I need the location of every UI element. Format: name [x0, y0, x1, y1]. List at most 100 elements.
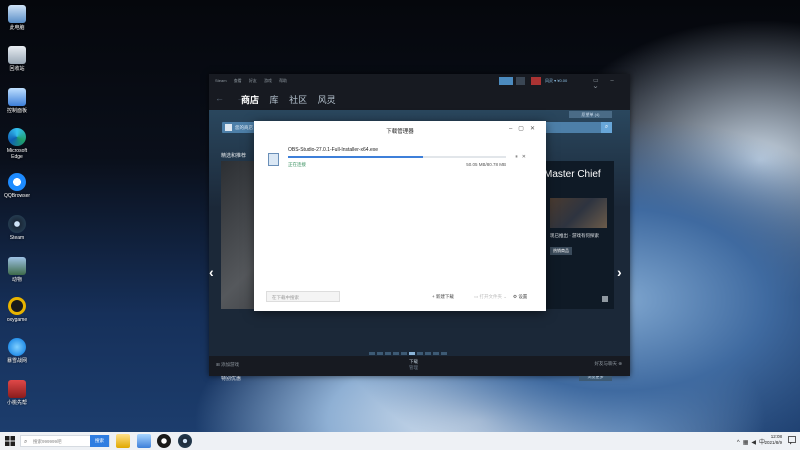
featured-description: 现已推出 · 游戏有何探索: [550, 233, 599, 238]
new-download-button[interactable]: + 新建下载: [432, 294, 454, 300]
desktop-icon-this-pc[interactable]: 此电脑: [3, 5, 31, 31]
desktop-icon-steam[interactable]: Steam: [3, 215, 31, 241]
user-account-menu[interactable]: 风灵 ▾ ¥0.00: [545, 77, 587, 85]
carousel-next-arrow-icon[interactable]: ›: [617, 264, 622, 280]
carousel-prev-arrow-icon[interactable]: ‹: [209, 264, 214, 280]
image-file-icon: [8, 257, 26, 275]
file-icon: [268, 153, 279, 166]
carousel-dot[interactable]: [385, 352, 391, 355]
download-item[interactable]: OBS-Studio-27.0.1-Full-Installer-x64.exe…: [266, 145, 536, 173]
steam-icon: [8, 215, 26, 233]
download-size: 50.05 MB/80.78 MB: [466, 162, 506, 167]
steam-menu: Steam 查看 好友 游戏 帮助: [215, 78, 293, 84]
carousel-dot[interactable]: [393, 352, 399, 355]
desktop-icon-animal[interactable]: 动物: [3, 257, 31, 283]
desktop-icon-oxygame[interactable]: oxygame: [3, 297, 31, 323]
store-icon: [225, 124, 232, 131]
desktop-icon-label: 此电脑: [9, 25, 25, 31]
obs-icon[interactable]: [157, 434, 171, 448]
settings-button[interactable]: ⚙ 设置: [513, 294, 527, 300]
taskbar-search-button[interactable]: 搜索: [90, 435, 109, 447]
carousel-dot[interactable]: [401, 352, 407, 355]
tab-profile[interactable]: 风灵: [318, 95, 336, 105]
close-icon[interactable]: ✕: [530, 126, 541, 132]
qqbrowser-icon: [8, 173, 26, 191]
add-game-button[interactable]: ⊞ 添加游戏: [216, 362, 239, 368]
desktop-icon-label: 暴雪战网: [6, 358, 27, 364]
carousel-dot[interactable]: [369, 352, 375, 355]
steam-icon[interactable]: [178, 434, 192, 448]
plus-icon: ⊞: [216, 362, 220, 367]
featured-game-title: Master Chief: [544, 169, 601, 180]
download-manager-dialog: 下载管理器 –▢✕ OBS-Studio-27.0.1-Full-Install…: [254, 121, 546, 311]
folder-icon: ▭: [474, 294, 479, 299]
menu-help[interactable]: 帮助: [279, 78, 287, 83]
windows-icon: [602, 296, 608, 302]
wishlist-button[interactable]: 愿望单 (4): [569, 111, 612, 118]
carousel-dot[interactable]: [377, 352, 383, 355]
system-tray[interactable]: ^▦◀中: [737, 437, 768, 446]
carousel-dot[interactable]: [425, 352, 431, 355]
notifications-icon[interactable]: [516, 77, 525, 85]
downloads-sub-label: 管理: [409, 365, 418, 370]
desktop-icon-label: 小桃先帮: [6, 400, 27, 406]
desktop-icon-battlenet[interactable]: 暴雪战网: [3, 338, 31, 364]
taskbar-search-placeholder: 搜索999999吧: [33, 439, 62, 444]
featured-screenshot[interactable]: [550, 198, 607, 228]
maximize-icon[interactable]: ▢: [518, 126, 530, 132]
desktop-icon-control-panel[interactable]: 控制面板: [3, 88, 31, 114]
desktop-icon-qqbrowser[interactable]: QQBrowser: [3, 173, 31, 199]
back-arrow-icon[interactable]: ←: [215, 93, 229, 103]
edge-icon: [8, 128, 26, 146]
download-item-actions: ⏸✕: [515, 154, 530, 160]
tab-library[interactable]: 库: [270, 95, 279, 105]
carousel-dot[interactable]: [441, 352, 447, 355]
open-folder-label: 打开文件夹: [479, 294, 503, 299]
computer-icon: [8, 5, 26, 23]
chat-plus-icon: ⊕: [618, 361, 622, 366]
cancel-icon[interactable]: ✕: [522, 154, 530, 160]
carousel-dot[interactable]: [417, 352, 423, 355]
store-search-placeholder: 您的商店: [235, 125, 253, 130]
tab-community[interactable]: 社区: [289, 95, 307, 105]
broadcast-icon[interactable]: [499, 77, 513, 85]
menu-games[interactable]: 游戏: [264, 78, 272, 83]
desktop-icon-label: oxygame: [6, 317, 28, 323]
open-folder-button[interactable]: ▭ 打开文件夹 ⌄: [474, 294, 507, 300]
menu-view[interactable]: 查看: [234, 78, 242, 83]
tab-store[interactable]: 商店: [241, 95, 259, 105]
download-search-input[interactable]: 在下载中搜索: [266, 291, 340, 302]
battlenet-icon: [8, 338, 26, 356]
plus-icon: +: [432, 294, 435, 299]
desktop-icon-label: 动物: [11, 277, 22, 283]
window-controls[interactable]: ▭ – ✕: [593, 77, 627, 92]
carousel-dot[interactable]: [433, 352, 439, 355]
minimize-icon[interactable]: –: [509, 126, 518, 132]
taskbar-clock[interactable]: 12:08 2021/8/9: [764, 434, 782, 446]
download-status: 正在连接: [288, 162, 306, 167]
desktop-icon-recycle-bin[interactable]: 回收站: [3, 46, 31, 72]
desktop-icon-edge[interactable]: Microsoft Edge: [3, 128, 31, 160]
carousel-dot[interactable]: [409, 352, 415, 355]
recycle-bin-icon: [8, 46, 26, 64]
notification-icon[interactable]: [788, 436, 796, 445]
search-icon[interactable]: ⌕: [601, 122, 612, 133]
settings-label: 设置: [518, 294, 528, 299]
friends-chat-button[interactable]: 好友与聊天 ⊕: [594, 361, 622, 367]
volume-icon[interactable]: ◀: [751, 440, 759, 446]
file-explorer-icon[interactable]: [116, 434, 130, 448]
windows-start-icon[interactable]: [5, 436, 15, 446]
steam-tabs: 商店 库 社区 风灵: [241, 93, 344, 106]
new-download-label: 新建下载: [435, 294, 454, 299]
menu-friends[interactable]: 好友: [249, 78, 257, 83]
avatar[interactable]: [531, 77, 541, 85]
dialog-title: 下载管理器: [386, 129, 414, 135]
downloads-status[interactable]: 下载 管理: [409, 359, 418, 371]
app-icon[interactable]: [137, 434, 151, 448]
desktop-icon-label: Steam: [9, 235, 25, 241]
desktop-icon-label: Microsoft Edge: [6, 148, 28, 160]
steam-titlebar: Steam 查看 好友 游戏 帮助 风灵 ▾ ¥0.00 ▭ – ✕: [209, 74, 630, 92]
download-progress-bar: [288, 156, 506, 158]
desktop-icon-xiaotao[interactable]: 小桃先帮: [3, 380, 31, 406]
menu-steam[interactable]: Steam: [215, 78, 227, 83]
